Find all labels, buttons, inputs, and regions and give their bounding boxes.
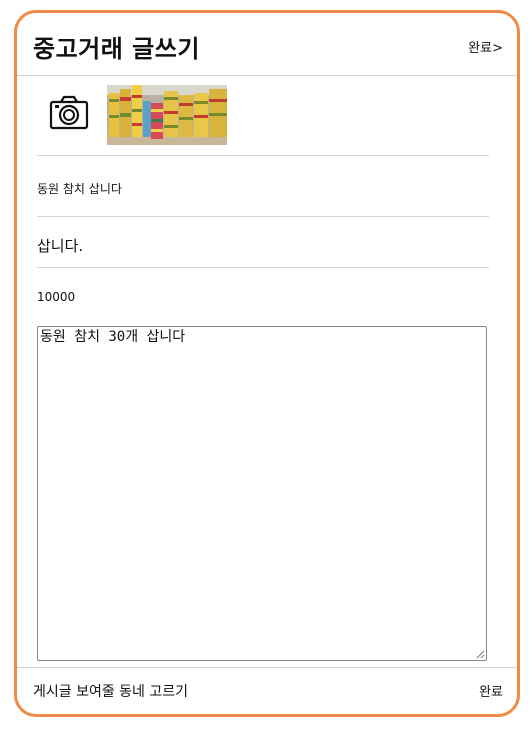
description-value: 동원 참치 30개 삽니다 <box>40 329 186 345</box>
category-value: 삽니다. <box>37 237 84 255</box>
price-value: 10000 <box>37 290 76 304</box>
tuna-cans-thumbnail[interactable] <box>107 85 227 145</box>
category-field[interactable]: 삽니다. <box>37 217 489 268</box>
choose-neighborhood-link[interactable]: 게시글 보여줄 동네 고르기 <box>33 681 188 701</box>
camera-icon[interactable] <box>49 93 89 133</box>
price-field[interactable]: 10000 <box>37 268 489 316</box>
title-field[interactable]: 동원 참치 삽니다 <box>37 156 489 217</box>
write-post-panel: 중고거래 글쓰기 완료> 동원 참치 삽니다 삽니다. 10000 동원 참치 … <box>14 10 520 717</box>
resize-grip-icon[interactable] <box>475 649 485 659</box>
done-button-bottom[interactable]: 완료 <box>479 681 503 700</box>
title-value: 동원 참치 삽니다 <box>37 182 122 196</box>
description-textarea[interactable]: 동원 참치 30개 삽니다 <box>37 326 487 661</box>
done-button-top[interactable]: 완료> <box>468 37 503 56</box>
footer: 게시글 보여줄 동네 고르기 완료 <box>17 667 517 714</box>
header: 중고거래 글쓰기 완료> <box>17 13 517 76</box>
photo-row <box>37 83 489 156</box>
page-title: 중고거래 글쓰기 <box>33 35 200 63</box>
